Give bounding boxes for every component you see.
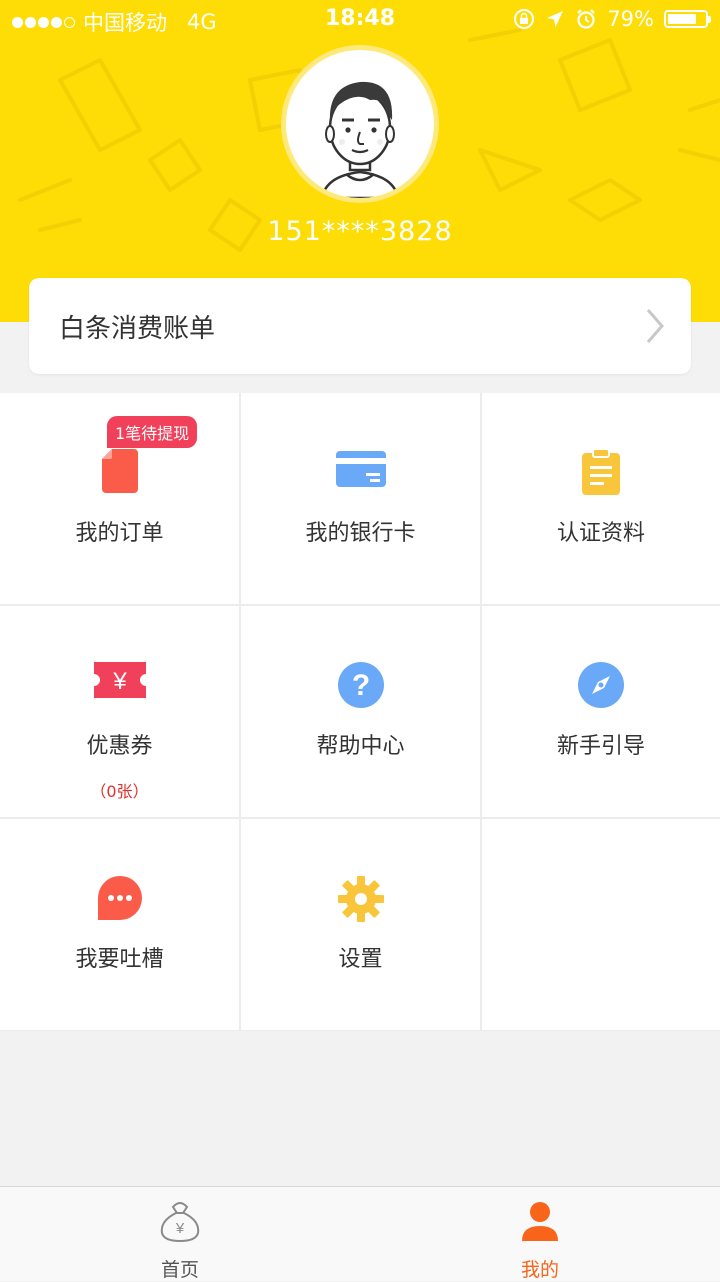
grid-item-feedback[interactable]: 我要吐槽 [0, 819, 239, 1030]
grid-item-label: 我要吐槽 [75, 947, 164, 972]
battery-percent: 79% [607, 7, 654, 31]
grid-item-label: 我的银行卡 [305, 521, 416, 546]
alarm-icon [577, 9, 596, 29]
grid-item-label: 帮助中心 [316, 734, 405, 759]
svg-text:¥: ¥ [175, 1220, 185, 1237]
tab-label: 首页 [160, 1259, 199, 1281]
tab-label: 我的 [520, 1259, 559, 1281]
coupon-ticket-icon: ¥ [93, 662, 146, 698]
tab-mine[interactable]: 我的 [360, 1187, 720, 1281]
grid-item-settings[interactable]: 设置 [241, 819, 480, 1030]
status-bar: 中国移动 4G 18:48 79% [0, 0, 720, 40]
grid-item-label: 新手引导 [556, 734, 645, 759]
help-question-icon: ? [337, 662, 384, 708]
coupon-count: （0张） [90, 782, 149, 801]
clipboard-icon [582, 449, 620, 495]
bill-card-label: 白条消费账单 [59, 314, 216, 344]
grid-item-verification[interactable]: 认证资料 [482, 393, 720, 604]
grid-item-coupons[interactable]: ¥ 优惠券 （0张） [0, 606, 239, 817]
bank-card-icon [335, 451, 386, 487]
grid-item-label: 我的订单 [75, 521, 164, 546]
menu-grid: 1笔待提现 我的订单 我的银行卡 认证资料 ¥ 优惠券 （0张） ? 帮助中心 … [0, 393, 720, 1031]
rotation-lock-icon [514, 9, 535, 29]
tab-home[interactable]: ¥ 首页 [0, 1187, 360, 1281]
avatar[interactable] [286, 50, 434, 198]
gear-icon [337, 876, 384, 922]
compass-icon [578, 662, 624, 708]
location-icon [547, 11, 564, 27]
svg-text:¥: ¥ [112, 668, 127, 695]
pending-withdrawal-badge: 1笔待提现 [107, 416, 198, 448]
chevron-right-icon [646, 309, 664, 343]
bill-card[interactable]: 白条消费账单 [29, 278, 691, 374]
grid-item-help[interactable]: ? 帮助中心 [241, 606, 480, 817]
grid-item-guide[interactable]: 新手引导 [482, 606, 720, 817]
grid-item-label: 优惠券 [86, 734, 153, 759]
battery-icon [664, 10, 711, 28]
grid-item-empty [482, 819, 720, 1030]
grid-item-orders[interactable]: 1笔待提现 我的订单 [0, 393, 239, 604]
order-document-icon [101, 449, 138, 493]
money-bag-icon: ¥ [160, 1202, 200, 1243]
bottom-tab-bar: ¥ 首页 我的 [0, 1186, 720, 1281]
user-phone-number: 151****3828 [267, 216, 453, 247]
grid-item-bank-card[interactable]: 我的银行卡 [241, 393, 480, 604]
user-profile-icon [522, 1202, 558, 1241]
chat-bubble-icon [97, 876, 142, 920]
svg-text:?: ? [351, 669, 369, 702]
user-avatar-illustration [320, 81, 400, 198]
grid-item-label: 认证资料 [556, 521, 645, 546]
profile-header: 中国移动 4G 18:48 79% 151****3828 [0, 0, 720, 322]
grid-item-label: 设置 [338, 947, 383, 972]
